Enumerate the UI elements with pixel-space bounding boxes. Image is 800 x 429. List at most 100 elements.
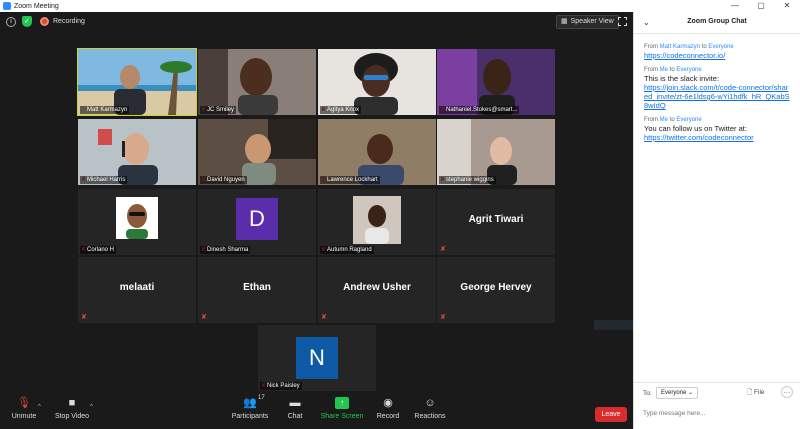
video-tile[interactable]: N ✘ Nick Paisley — [258, 325, 376, 391]
to-label: To: — [643, 390, 652, 397]
video-tile[interactable]: Andrew Usher ✘ — [318, 257, 436, 323]
chat-title: Zoom Group Chat — [687, 18, 747, 25]
video-tile[interactable]: ✘ JC Smiley — [198, 49, 316, 115]
meeting-area: i ✓ Recording ▦ Speaker View Matt Karmaz… — [0, 12, 678, 429]
to-prefix: to — [669, 67, 675, 73]
participant-name: David Nguyen — [200, 176, 247, 184]
record-label: Record — [376, 413, 400, 420]
chat-icon: ▬ — [289, 397, 301, 409]
participant-name: Nathaniel.Stokes@smart... — [439, 106, 520, 114]
record-dot-icon — [40, 17, 49, 26]
info-icon[interactable]: i — [6, 17, 16, 27]
fullscreen-icon[interactable] — [618, 17, 627, 26]
to-prefix: to — [669, 117, 675, 123]
participant-name: Lawrence Lockhart — [320, 176, 380, 184]
from-prefix: From — [644, 117, 658, 123]
video-tile[interactable]: melaati ✘ — [78, 257, 196, 323]
zoom-window: Zoom Meeting — ▢ ✕ i ✓ Recording ▦ Speak… — [0, 0, 800, 429]
mic-muted-icon: ✘ — [440, 246, 446, 253]
leave-button[interactable]: Leave — [595, 407, 627, 422]
shield-icon[interactable]: ✓ — [22, 16, 32, 27]
message-meta: From Me to Everyone — [644, 117, 790, 123]
video-tile[interactable]: ✘ David Nguyen — [198, 119, 316, 185]
participants-icon: 👥 — [243, 397, 257, 409]
video-tile[interactable]: Matt Karmazyn — [77, 48, 197, 116]
mic-muted-icon: ✘ — [201, 314, 207, 321]
mic-muted-icon: ✘ — [321, 314, 327, 321]
more-options-icon[interactable]: … — [781, 386, 793, 398]
participant-display-name: Andrew Usher — [343, 282, 411, 293]
participant-display-name: Agrit Tiwari — [468, 214, 524, 225]
message-link[interactable]: https://twitter.com/codeconnector — [644, 133, 790, 142]
recipient-name: Everyone — [676, 117, 702, 123]
meeting-toolbar: 🎙 Unmute ^ ■ Stop Video ^ 👥 Participants… — [0, 393, 633, 429]
window-title: Zoom Meeting — [14, 2, 59, 10]
participant-name: Corlano H — [80, 246, 117, 254]
grid-icon: ▦ — [561, 18, 568, 25]
recipient-dropdown[interactable]: Everyone ⌄ — [656, 387, 699, 399]
close-button[interactable]: ✕ — [774, 0, 800, 12]
participant-name: Matt Karmazyn — [80, 106, 130, 114]
video-tile[interactable]: D ✘ Dinesh Sharma — [198, 189, 316, 255]
video-tile[interactable]: ✘ Autumn Ragland — [318, 189, 436, 255]
zoom-app-icon — [3, 2, 11, 10]
sender-name: Me — [659, 67, 669, 73]
sender-name: Matt Karmazyn — [659, 44, 701, 50]
message-text: You can follow us on Twitter at: — [644, 124, 747, 133]
window-controls: — ▢ ✕ — [722, 0, 800, 12]
video-options-caret-icon[interactable]: ^ — [90, 404, 93, 410]
video-tile[interactable]: Agrit Tiwari ✘ — [437, 189, 555, 255]
recipient-value: Everyone — [661, 390, 687, 396]
message-meta: From Matt Karmazyn to Everyone — [644, 44, 790, 50]
record-icon: ◉ — [383, 397, 393, 409]
mic-muted-icon: 🎙 — [17, 397, 31, 409]
participant-name: Michael Harris — [80, 176, 128, 184]
file-icon: 🗋 — [747, 389, 755, 396]
participant-display-name: Ethan — [243, 282, 271, 293]
chat-panel: ⌄ Zoom Group Chat From Matt Karmazyn to … — [633, 12, 800, 429]
video-tile[interactable]: George Hervey ✘ — [437, 257, 555, 323]
chat-header: ⌄ Zoom Group Chat — [634, 12, 800, 34]
message-input[interactable] — [643, 406, 793, 420]
title-bar: Zoom Meeting — ▢ ✕ — [0, 0, 800, 12]
avatar — [353, 196, 401, 244]
file-button[interactable]: 🗋 File — [747, 388, 765, 399]
participant-display-name: melaati — [119, 282, 155, 293]
from-prefix: From — [644, 44, 658, 50]
chat-message: From Me to Everyone You can follow us on… — [634, 117, 800, 142]
message-meta: From Me to Everyone — [644, 67, 790, 73]
sender-name: Me — [659, 117, 669, 123]
audio-options-caret-icon[interactable]: ^ — [38, 404, 41, 410]
minimize-button[interactable]: — — [722, 0, 748, 12]
share-screen-label: Share Screen — [320, 413, 364, 420]
message-link[interactable]: https://codeconnector.io/ — [644, 51, 790, 60]
video-tile[interactable]: ✘ Lawrence Lockhart — [318, 119, 436, 185]
speaker-view-button[interactable]: ▦ Speaker View — [556, 15, 619, 29]
reactions-button[interactable]: ☺ Reactions — [400, 397, 460, 420]
video-tile[interactable]: ✘ stephanie wiggins — [437, 119, 555, 185]
recipient-name: Everyone — [708, 44, 734, 50]
video-tile[interactable]: Ethan ✘ — [198, 257, 316, 323]
video-tile[interactable]: ✘ Corlano H — [78, 189, 196, 255]
participant-name: Autumn Ragland — [320, 246, 374, 254]
message-link[interactable]: https://join.slack.com/t/code-connector/… — [644, 83, 790, 110]
stop-video-button[interactable]: ■ Stop Video — [42, 397, 102, 420]
share-screen-icon: ↑ — [335, 397, 349, 409]
recording-label: Recording — [53, 18, 85, 25]
avatar-letter: D — [249, 206, 265, 231]
avatar-letter: N — [309, 345, 325, 370]
video-tile[interactable]: ✘ Michael Harris — [78, 119, 196, 185]
participant-name: stephanie wiggins — [439, 176, 496, 184]
participant-display-name: George Hervey — [460, 282, 532, 293]
participant-name: JC Smiley — [200, 106, 237, 114]
video-camera-icon: ■ — [68, 397, 76, 409]
maximize-button[interactable]: ▢ — [748, 0, 774, 12]
video-tile[interactable]: ✘ Agitya Knox — [318, 49, 436, 115]
file-label: File — [754, 389, 765, 396]
smiley-icon: ☺ — [424, 397, 436, 409]
chat-message: From Me to Everyone This is the slack in… — [634, 67, 800, 110]
video-tile[interactable]: ✘ Nathaniel.Stokes@smart... — [437, 49, 555, 115]
reactions-label: Reactions — [414, 413, 446, 420]
chat-message: From Matt Karmazyn to Everyone https://c… — [634, 44, 800, 60]
participant-name: Nick Paisley — [260, 382, 302, 390]
